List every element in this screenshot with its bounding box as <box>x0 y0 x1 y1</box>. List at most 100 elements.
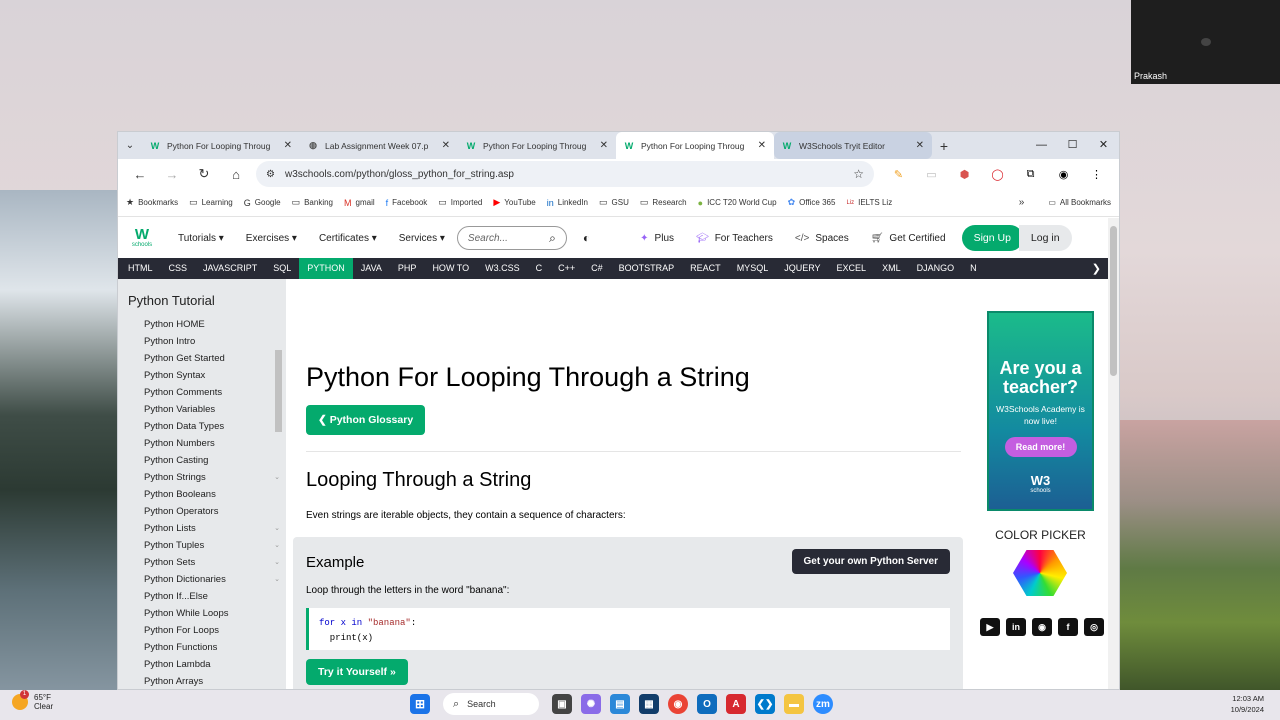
page-scrollbar[interactable] <box>1108 218 1119 689</box>
log-in-button[interactable]: Log in <box>1018 225 1072 251</box>
windows-start-icon[interactable]: ⊞ <box>410 694 430 714</box>
chevron-right-icon[interactable]: ❯ <box>1084 262 1109 275</box>
sidebar-item[interactable]: Python Dictionaries ⌄ <box>118 571 286 588</box>
sidebar-item[interactable]: Python For Loops <box>118 622 286 639</box>
tab-search-button[interactable]: ⌄ <box>118 132 142 159</box>
profile-avatar[interactable]: ◉ <box>1047 168 1080 181</box>
sidebar-item[interactable]: Python Functions <box>118 639 286 656</box>
bookmark-folder[interactable]: ▭ Imported <box>438 197 482 208</box>
certificates-menu[interactable]: Certificates ▾ <box>319 233 377 244</box>
bookmark-item[interactable]: in LinkedIn <box>547 198 588 208</box>
extension-blank-icon[interactable]: ▭ <box>915 168 948 181</box>
bookmark-item[interactable]: ▶ YouTube <box>493 197 535 208</box>
sidebar-item[interactable]: Python Tuples ⌄ <box>118 537 286 554</box>
extensions-puzzle-icon[interactable]: ⧉ <box>1014 168 1047 181</box>
task-view-icon[interactable]: ▣ <box>552 694 572 714</box>
facebook-icon[interactable]: f <box>1058 618 1078 636</box>
zoom-icon[interactable]: zm <box>813 694 833 714</box>
sidebar-item[interactable]: Python Intro <box>118 333 286 350</box>
tab-4-active[interactable]: W Python For Looping Throug ✕ <box>616 132 774 159</box>
services-menu[interactable]: Services ▾ <box>399 233 445 244</box>
tab-5[interactable]: W W3Schools Tryit Editor ✕ <box>774 132 932 159</box>
bookmark-item[interactable]: f Facebook <box>386 198 428 208</box>
plus-link[interactable]: ✦ Plus <box>640 233 674 244</box>
store-icon[interactable]: ▤ <box>610 694 630 714</box>
back-icon[interactable]: ← <box>124 167 156 182</box>
extension-pencil-icon[interactable]: ✎ <box>882 168 915 181</box>
bookmark-folder[interactable]: ▭ GSU <box>599 197 629 208</box>
lang-tab[interactable]: BOOTSTRAP <box>611 258 683 279</box>
taskbar-search[interactable]: ⌕ Search <box>443 693 539 715</box>
vscode-icon[interactable]: ❮❯ <box>755 694 775 714</box>
close-tab-icon[interactable]: ✕ <box>916 140 924 151</box>
close-tab-icon[interactable]: ✕ <box>758 140 766 151</box>
lang-tab[interactable]: PYTHON <box>299 258 353 279</box>
sidebar-item[interactable]: Python Arrays <box>118 673 286 689</box>
lang-tab[interactable]: DJANGO <box>909 258 963 279</box>
bookmark-folder[interactable]: ▭ Learning <box>189 197 233 208</box>
chevron-down-icon[interactable]: ⌄ <box>274 537 280 554</box>
chrome-icon[interactable]: ◉ <box>668 694 688 714</box>
bookmark-star-icon[interactable]: ☆ <box>853 167 864 181</box>
lang-tab[interactable]: C# <box>583 258 611 279</box>
site-info-icon[interactable]: ⚙ <box>266 169 275 180</box>
sidebar-item[interactable]: Python Booleans <box>118 486 286 503</box>
bookmark-item[interactable]: ● ICC T20 World Cup <box>698 198 777 208</box>
lang-tab[interactable]: PHP <box>390 258 425 279</box>
lang-tab[interactable]: HTML <box>120 258 161 279</box>
sidebar-item[interactable]: Python Numbers <box>118 435 286 452</box>
try-it-yourself-button[interactable]: Try it Yourself » <box>306 659 408 685</box>
close-tab-icon[interactable]: ✕ <box>600 140 608 151</box>
bookmark-item[interactable]: ★ Bookmarks <box>126 197 178 208</box>
new-tab-button[interactable]: + <box>932 138 956 154</box>
lang-tab[interactable]: MYSQL <box>729 258 777 279</box>
bookmark-item[interactable]: G Google <box>244 198 281 208</box>
sign-up-button[interactable]: Sign Up <box>961 225 1023 251</box>
lang-tab[interactable]: N <box>962 258 985 279</box>
read-more-button[interactable]: Read more! <box>1004 437 1077 457</box>
teacher-ad-banner[interactable]: Are you a teacher? W3Schools Academy is … <box>987 311 1094 511</box>
bookmark-item[interactable]: Liz IELTS Liz <box>846 198 892 207</box>
linkedin-icon[interactable]: in <box>1006 618 1026 636</box>
maximize-icon[interactable]: ☐ <box>1057 132 1088 159</box>
bookmark-folder[interactable]: ▭ Research <box>640 197 687 208</box>
sidebar-item[interactable]: Python While Loops <box>118 605 286 622</box>
file-explorer-icon[interactable]: ▬ <box>784 694 804 714</box>
lang-tab[interactable]: CSS <box>161 258 196 279</box>
chevron-down-icon[interactable]: ⌄ <box>274 571 280 588</box>
all-bookmarks[interactable]: All Bookmarks <box>1060 198 1111 207</box>
sidebar-item[interactable]: Python Syntax <box>118 367 286 384</box>
search-icon[interactable]: ⌕ <box>549 231 556 246</box>
instagram-icon[interactable]: ◎ <box>1084 618 1104 636</box>
lang-tab[interactable]: W3.CSS <box>477 258 528 279</box>
home-icon[interactable]: ⌂ <box>220 167 252 182</box>
sidebar-scrollbar[interactable] <box>275 350 282 432</box>
python-glossary-button[interactable]: ❮ Python Glossary <box>306 405 426 435</box>
chevron-down-icon[interactable]: ⌄ <box>274 520 280 537</box>
spaces-link[interactable]: </> Spaces <box>795 233 849 244</box>
sidebar-item[interactable]: Python HOME <box>118 316 286 333</box>
minimize-icon[interactable]: — <box>1026 132 1057 159</box>
opera-icon[interactable]: ◯ <box>981 168 1014 181</box>
for-teachers-link[interactable]: 🎓︎ For Teachers <box>696 233 773 244</box>
sidebar-item[interactable]: Python Data Types <box>118 418 286 435</box>
color-picker-hexagon-icon[interactable] <box>1013 550 1067 596</box>
chevron-down-icon[interactable]: ⌄ <box>274 554 280 571</box>
outlook-icon[interactable]: O <box>697 694 717 714</box>
bookmark-item[interactable]: ✿ Office 365 <box>788 197 836 208</box>
w3schools-logo[interactable]: Wschools <box>128 224 156 252</box>
lang-tab[interactable]: JQUERY <box>776 258 828 279</box>
sidebar-item[interactable]: Python Variables⌄ <box>118 401 286 418</box>
sidebar-item[interactable]: Python Operators <box>118 503 286 520</box>
tab-3[interactable]: W Python For Looping Throug ✕ <box>458 132 616 159</box>
contrast-toggle-icon[interactable]: ◐ <box>583 231 590 245</box>
sidebar-item[interactable]: Python Sets ⌄ <box>118 554 286 571</box>
lang-tab[interactable]: XML <box>874 258 909 279</box>
sidebar-item[interactable]: Python Get Started <box>118 350 286 367</box>
forward-icon[interactable]: → <box>156 167 188 182</box>
get-certified-link[interactable]: 🛒︎ Get Certified <box>871 233 946 244</box>
sidebar-item[interactable]: Python Lambda <box>118 656 286 673</box>
youtube-icon[interactable]: ▶ <box>980 618 1000 636</box>
get-python-server-button[interactable]: Get your own Python Server <box>791 549 950 574</box>
discord-icon[interactable]: ◉ <box>1032 618 1052 636</box>
